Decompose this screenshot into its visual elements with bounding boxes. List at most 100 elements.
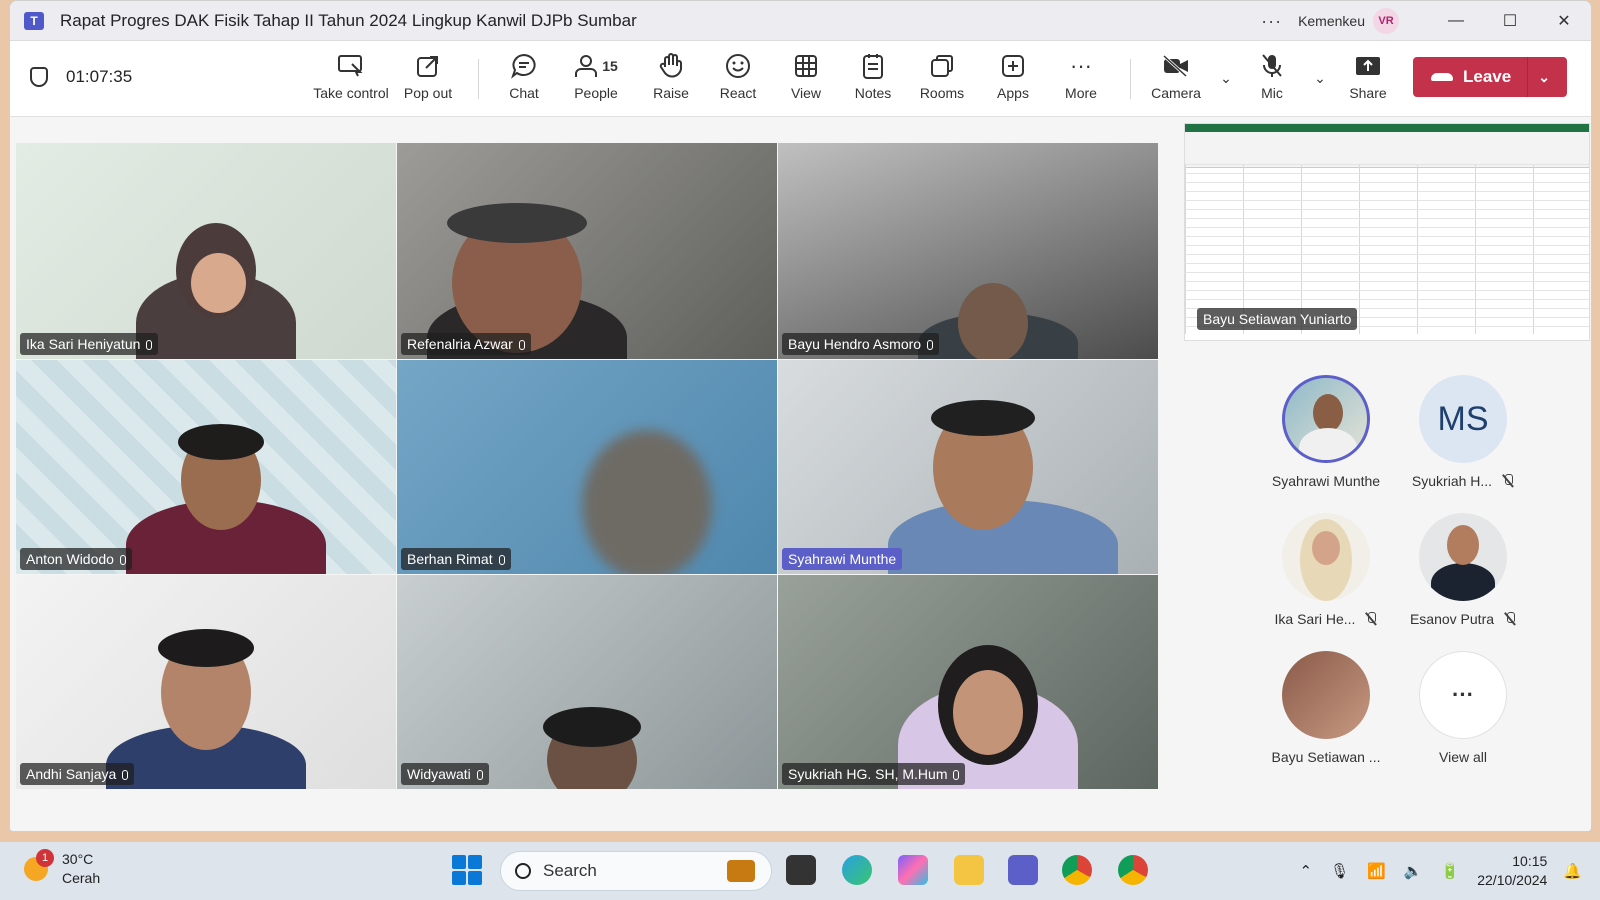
chrome-icon[interactable] bbox=[1062, 855, 1092, 885]
video-tile[interactable]: Bayu Hendro Asmoro bbox=[778, 143, 1158, 359]
view-button[interactable]: View bbox=[783, 51, 829, 109]
avatar-face bbox=[1313, 394, 1343, 432]
video-tile[interactable]: Ika Sari Heniyatun bbox=[16, 143, 396, 359]
edge-browser-icon[interactable] bbox=[842, 855, 872, 885]
user-avatar[interactable]: VR bbox=[1373, 8, 1399, 34]
video-tile[interactable]: Widyawati bbox=[397, 575, 777, 789]
roster-name: Bayu Setiawan ... bbox=[1271, 749, 1381, 765]
participant-head bbox=[582, 430, 712, 574]
volume-icon[interactable]: 🔈 bbox=[1404, 862, 1423, 880]
take-control-button[interactable]: Take control bbox=[313, 51, 389, 109]
more-button[interactable]: ··· More bbox=[1056, 51, 1106, 109]
more-icon: ··· bbox=[1070, 53, 1092, 78]
notes-button[interactable]: Notes bbox=[848, 51, 898, 109]
minimize-button[interactable]: — bbox=[1429, 1, 1483, 41]
avatar bbox=[1282, 651, 1370, 739]
pop-out-button[interactable]: Pop out bbox=[400, 51, 456, 109]
teams-logo-icon: T bbox=[24, 11, 44, 30]
rooms-button[interactable]: Rooms bbox=[915, 51, 969, 109]
people-button[interactable]: 15 People bbox=[564, 51, 628, 109]
avatar bbox=[1419, 513, 1507, 601]
roster-item[interactable]: Syahrawi Munthe bbox=[1261, 375, 1391, 489]
roster-item[interactable]: MS Syukriah H... bbox=[1398, 375, 1528, 489]
pop-out-icon bbox=[416, 51, 440, 81]
notification-bell-icon[interactable]: 🔔 bbox=[1563, 862, 1582, 880]
timer-text: 01:07:35 bbox=[66, 67, 133, 86]
mic-options-button[interactable]: ⌄ bbox=[1310, 63, 1330, 121]
toolbar-divider bbox=[478, 59, 479, 99]
mic-icon bbox=[518, 340, 525, 350]
chrome-profile-icon[interactable] bbox=[1118, 855, 1148, 885]
video-tile[interactable]: Syahrawi Munthe bbox=[778, 360, 1158, 574]
file-explorer-icon[interactable] bbox=[954, 855, 984, 885]
weather-widget[interactable]: 1 30°C Cerah bbox=[24, 849, 101, 888]
participant-name-label: Anton Widodo bbox=[20, 548, 132, 570]
share-button[interactable]: Share bbox=[1346, 51, 1390, 109]
roster-name: Esanov Putra bbox=[1410, 611, 1516, 627]
view-all-button[interactable]: ··· View all bbox=[1398, 651, 1528, 765]
camera-button[interactable]: Camera bbox=[1146, 51, 1206, 109]
participant-head bbox=[958, 283, 1028, 359]
weather-sun-icon: 1 bbox=[24, 849, 54, 881]
avatar-body bbox=[1431, 563, 1495, 601]
mic-off-icon bbox=[1504, 612, 1516, 626]
video-tile[interactable]: Syukriah HG. SH, M.Hum bbox=[778, 575, 1158, 789]
mic-off-icon bbox=[1502, 474, 1514, 488]
teams-icon[interactable] bbox=[1008, 855, 1038, 885]
camera-off-icon bbox=[1162, 51, 1190, 81]
windows-taskbar: 1 30°C Cerah Search ⌃ 🎙 📶 🔈 🔋 10:15 22/1… bbox=[0, 842, 1600, 900]
raise-hand-button[interactable]: Raise bbox=[646, 51, 696, 109]
copilot-icon[interactable] bbox=[898, 855, 928, 885]
video-tile[interactable]: Andhi Sanjaya bbox=[16, 575, 396, 789]
avatar bbox=[1282, 375, 1370, 463]
system-tray: ⌃ 🎙 📶 🔈 🔋 10:15 22/10/2024 🔔 bbox=[1300, 842, 1600, 900]
toolbar-divider bbox=[1130, 59, 1131, 99]
smiley-icon bbox=[725, 51, 751, 81]
participant-name-label: Berhan Rimat bbox=[401, 548, 511, 570]
organization-name: Kemenkeu bbox=[1298, 13, 1365, 29]
chevron-down-icon[interactable]: ⌄ bbox=[1538, 69, 1550, 86]
excel-ribbon bbox=[1185, 132, 1589, 168]
roster-item[interactable]: Bayu Setiawan ... bbox=[1261, 651, 1391, 765]
apps-button[interactable]: Apps bbox=[988, 51, 1038, 109]
roster-name: Ika Sari He... bbox=[1275, 611, 1378, 627]
close-button[interactable]: ✕ bbox=[1537, 1, 1591, 41]
mic-icon bbox=[146, 340, 153, 350]
chevron-down-icon: ⌄ bbox=[1314, 69, 1326, 86]
mic-off-icon[interactable]: 🎙 bbox=[1330, 862, 1349, 880]
participant-name-label: Andhi Sanjaya bbox=[20, 763, 135, 785]
windows-start-icon[interactable] bbox=[452, 855, 482, 885]
wifi-icon[interactable]: 📶 bbox=[1367, 862, 1386, 880]
video-tile[interactable]: Anton Widodo bbox=[16, 360, 396, 574]
camera-options-button[interactable]: ⌄ bbox=[1216, 63, 1236, 121]
chat-icon bbox=[511, 51, 537, 81]
presenter-name-label: Bayu Setiawan Yuniarto bbox=[1197, 308, 1358, 330]
roster-item[interactable]: Esanov Putra bbox=[1398, 513, 1528, 627]
react-button[interactable]: React bbox=[713, 51, 763, 109]
notes-icon bbox=[862, 51, 884, 81]
participant-hair bbox=[158, 629, 254, 667]
task-view-icon[interactable] bbox=[786, 855, 816, 885]
participant-name-label: Bayu Hendro Asmoro bbox=[782, 333, 940, 355]
system-clock[interactable]: 10:15 22/10/2024 bbox=[1477, 852, 1547, 890]
battery-icon[interactable]: 🔋 bbox=[1441, 862, 1460, 880]
leave-button[interactable]: Leave ⌄ bbox=[1413, 57, 1567, 97]
participant-name-label: Syahrawi Munthe bbox=[782, 548, 903, 570]
participant-face bbox=[953, 670, 1023, 755]
screen-share-tile[interactable]: Bayu Setiawan Yuniarto bbox=[1184, 123, 1590, 341]
participant-name-label: Syukriah HG. SH, M.Hum bbox=[782, 763, 966, 785]
weather-text: 30°C Cerah bbox=[62, 851, 101, 886]
chat-button[interactable]: Chat bbox=[498, 51, 550, 109]
mic-icon bbox=[476, 770, 483, 780]
mic-button[interactable]: Mic bbox=[1252, 51, 1292, 109]
chevron-down-icon: ⌄ bbox=[1220, 69, 1232, 86]
video-tile[interactable]: Refenalria Azwar bbox=[397, 143, 777, 359]
roster-item[interactable]: Ika Sari He... bbox=[1261, 513, 1391, 627]
take-control-icon bbox=[338, 51, 364, 81]
hand-icon bbox=[659, 51, 683, 81]
taskbar-search[interactable]: Search bbox=[500, 851, 772, 891]
chevron-up-icon[interactable]: ⌃ bbox=[1300, 862, 1313, 880]
more-options-icon[interactable]: ··· bbox=[1261, 11, 1282, 32]
video-tile[interactable]: Berhan Rimat bbox=[397, 360, 777, 574]
maximize-button[interactable]: ☐ bbox=[1483, 1, 1537, 41]
